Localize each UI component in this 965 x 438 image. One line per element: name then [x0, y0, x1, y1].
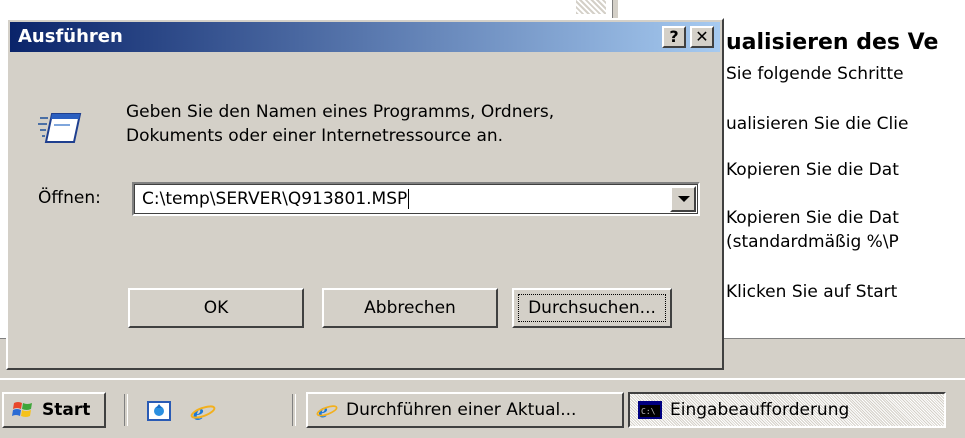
windows-logo-icon: [12, 402, 32, 417]
ok-button[interactable]: OK: [128, 288, 304, 328]
instruction-text: Geben Sie den Namen eines Programms, Ord…: [126, 102, 555, 146]
close-button[interactable]: ✕: [690, 26, 714, 48]
help-line: Kopieren Sie die Dat: [726, 160, 899, 180]
open-input-value: C:\temp\SERVER\Q913801.MSP: [142, 189, 408, 209]
open-label: Öffnen:: [38, 188, 101, 208]
help-line: Kopieren Sie die Dat: [726, 208, 899, 228]
run-dialog: Ausführen ? ✕ Geben Sie den Namen eines …: [6, 18, 724, 370]
internet-explorer-icon[interactable]: e: [190, 398, 216, 424]
taskbar-item-label: Durchführen einer Aktual...: [346, 400, 577, 420]
help-line: (standardmäßig %\P: [726, 232, 899, 252]
text-caret: [408, 189, 410, 209]
taskbar-item-label: Eingabeaufforderung: [670, 400, 850, 420]
svg-text:C:\: C:\: [641, 407, 656, 416]
dialog-titlebar[interactable]: Ausführen ? ✕: [10, 22, 720, 52]
taskbar-separator: [292, 394, 296, 426]
dropdown-arrow-icon[interactable]: [670, 186, 696, 212]
help-button[interactable]: ?: [662, 26, 686, 48]
taskbar-separator: [124, 394, 128, 426]
help-heading: ualisieren des Ve: [726, 30, 939, 55]
command-prompt-icon: C:\: [638, 401, 662, 419]
dialog-title: Ausführen: [18, 26, 123, 47]
background-scrollbar[interactable]: [576, 0, 606, 14]
start-button[interactable]: Start: [2, 392, 106, 428]
open-combobox[interactable]: C:\temp\SERVER\Q913801.MSP: [132, 182, 700, 216]
start-label: Start: [42, 400, 91, 420]
open-input[interactable]: C:\temp\SERVER\Q913801.MSP: [142, 189, 410, 209]
help-line: ualisieren Sie die Clie: [726, 114, 909, 134]
taskbar-item-command-prompt[interactable]: C:\ Eingabeaufforderung: [628, 392, 946, 428]
taskbar: Start e e Durchführen einer Aktual... C:…: [0, 378, 965, 438]
run-icon: [38, 113, 82, 143]
cancel-button[interactable]: Abbrechen: [322, 288, 498, 328]
help-line: Sie folgende Schritte: [726, 64, 904, 84]
internet-explorer-icon: e: [316, 401, 338, 421]
help-line: Klicken Sie auf Start: [726, 282, 898, 302]
taskbar-item-help-page[interactable]: e Durchführen einer Aktual...: [306, 392, 624, 428]
show-desktop-icon[interactable]: [146, 398, 172, 424]
browse-button[interactable]: Durchsuchen...: [512, 288, 672, 328]
